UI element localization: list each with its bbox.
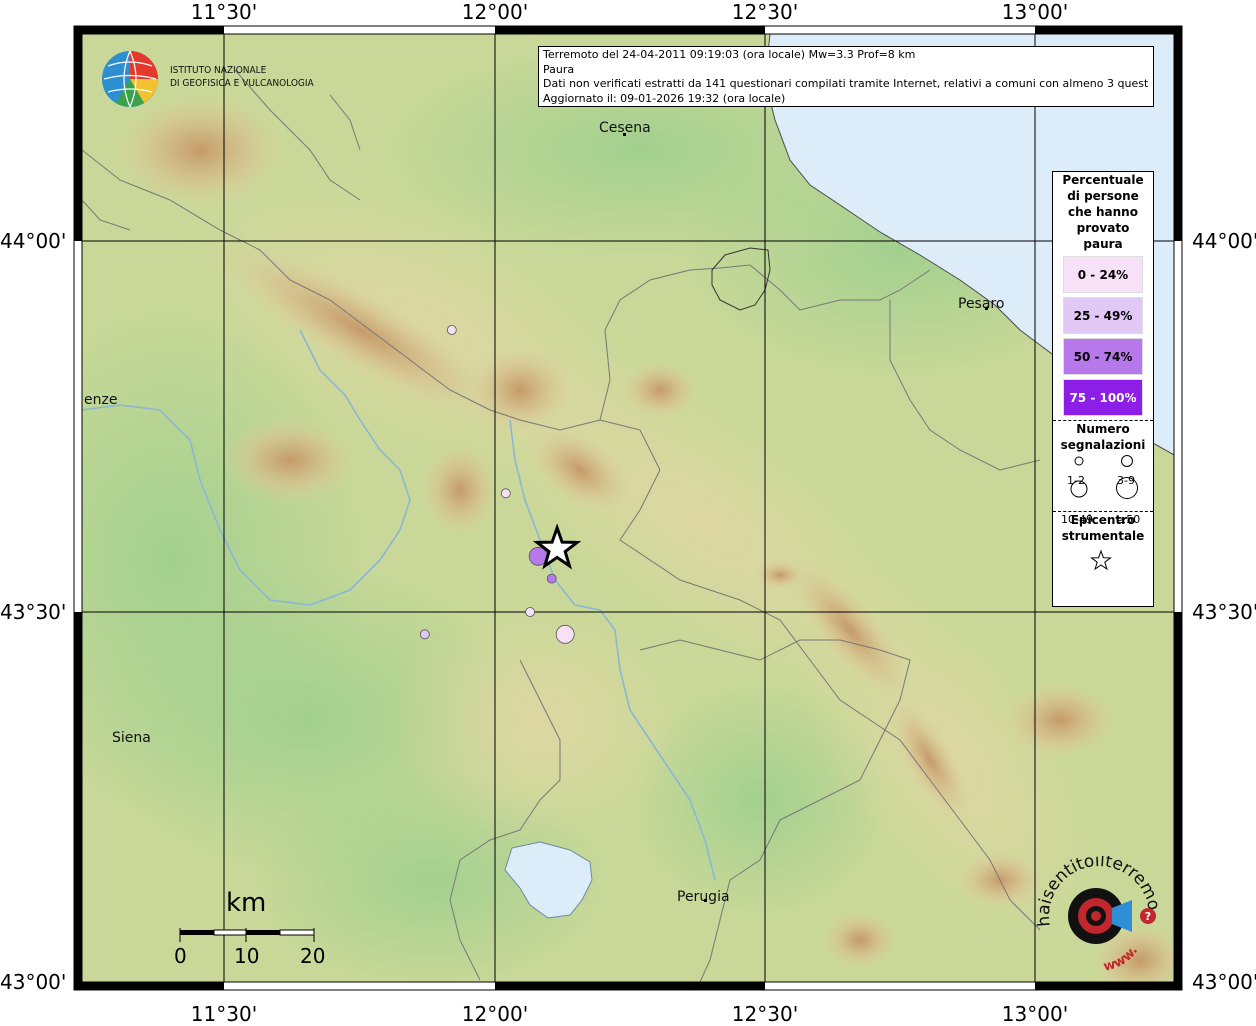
lon-tick-label: 12°00' [461,1002,529,1026]
scale-label: 10 [234,944,260,968]
legend-class-0: 0 - 24% [1063,256,1143,293]
city-label-cesena: Cesena [599,120,651,136]
city-label-perugia: Perugia [677,889,730,905]
star-icon [1090,549,1112,571]
update-timestamp: Aggiornato il: 09-01-2026 19:32 (ora loc… [543,91,786,105]
observation-marker [525,607,535,617]
logo-line-1: ISTITUTO NAZIONALE [170,65,267,76]
lon-tick-label: 11°30' [190,1002,258,1026]
city-label-firenze: enze [84,392,118,408]
data-note: Dati non verificati estratti da 141 ques… [543,77,1149,91]
event-title: Terremoto del 24-04-2011 09:19:03 (ora l… [543,48,916,61]
svg-text:www.: www. [1102,943,1141,974]
observation-marker [419,629,430,640]
scale-unit: km [226,888,267,918]
lon-tick-label: 12°30' [731,1002,799,1026]
lon-tick-label: 13°00' [1001,0,1069,24]
watermark-www: www. [1102,943,1141,974]
city-label-siena: Siena [112,730,151,746]
lat-tick-label: 44°00' [0,229,67,253]
lat-tick-label: 43°00' [1192,970,1256,994]
lat-tick-label: 43°00' [0,970,67,994]
city-label-pesaro: Pesaro [958,296,1005,312]
haisentito-logo: haisentitoilterremoto.it www. ? [1031,841,1168,976]
ingv-logo: ISTITUTO NAZIONALE DI GEOFISICA E VULCAN… [100,48,340,110]
observation-marker [446,325,457,335]
map-parameter: Paura [543,62,575,76]
count-label: ≥50 [1117,513,1141,526]
event-info-box: Terremoto del 24-04-2011 09:19:03 (ora l… [538,46,1154,107]
lon-tick-label: 13°00' [1001,1002,1069,1026]
legend-class-1: 25 - 49% [1063,297,1143,334]
lon-tick-label: 12°30' [731,0,799,24]
terrain-layer [82,34,1174,982]
count-label: 3-9 [1117,474,1135,487]
observation-marker [555,624,575,644]
lat-tick-label: 44°00' [1192,229,1256,253]
question-icon: ? [1145,910,1151,923]
lon-tick-label: 12°00' [461,0,529,24]
scale-label: 20 [300,944,326,968]
legend-class-2: 50 - 74% [1063,338,1143,375]
lon-tick-label: 11°30' [190,0,258,24]
observation-marker [500,488,511,499]
legend-title: Percentuale di persone che hanno provato… [1062,173,1144,251]
scale-label: 0 [174,944,187,968]
count-label: 10-49 [1061,513,1093,526]
observation-marker [546,573,557,584]
legend-panel: Percentuale di persone che hanno provato… [1052,171,1154,607]
logo-line-2: DI GEOFISICA E VULCANOLOGIA [170,78,314,89]
legend-class-3: 75 - 100% [1063,379,1143,416]
count-label: 1-2 [1067,474,1085,487]
count-legend-title: Numero segnalazioni [1060,422,1146,452]
lat-tick-label: 43°30' [1192,600,1256,624]
haisentito-mark: haisentitoilterremoto.it www. ? [1031,841,1164,975]
globe-icon [102,50,158,108]
scale-bar: km 0 10 20 [170,888,340,968]
lat-tick-label: 43°30' [0,600,67,624]
